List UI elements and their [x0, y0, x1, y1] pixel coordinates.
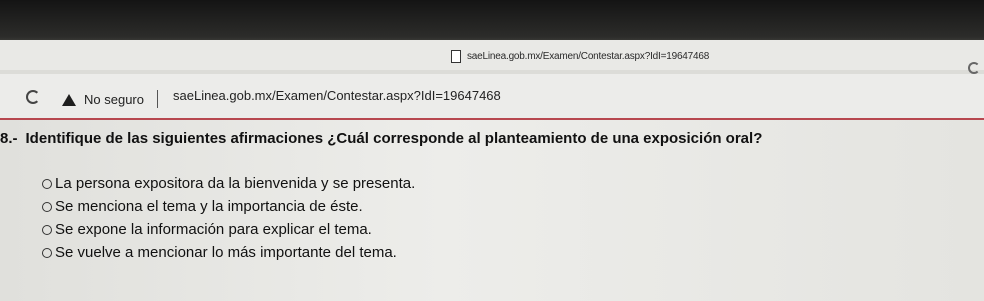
reload-icon[interactable] [26, 90, 40, 104]
answer-option[interactable]: Se expone la información para explicar e… [42, 218, 415, 241]
option-label[interactable]: Se expone la información para explicar e… [55, 221, 372, 238]
question-number: 8.- [0, 130, 18, 147]
radio-button[interactable] [42, 247, 52, 258]
question-heading: 8.- Identifique de las siguientes afirmac… [0, 130, 762, 147]
option-label[interactable]: La persona expositora da la bienvenida y… [55, 175, 415, 192]
radio-button[interactable] [42, 201, 52, 212]
radio-button[interactable] [42, 178, 52, 189]
answer-option[interactable]: Se vuelve a mencionar lo más importante … [42, 241, 415, 264]
refresh-side-icon[interactable] [968, 62, 980, 74]
document-icon [451, 49, 461, 63]
url-field[interactable]: saeLinea.gob.mx/Examen/Contestar.aspx?Id… [173, 88, 501, 103]
answer-option[interactable]: Se menciona el tema y la importancia de … [42, 195, 415, 218]
question-text: Identifique de las siguientes afirmacion… [25, 130, 763, 147]
option-label[interactable]: Se vuelve a mencionar lo más importante … [55, 244, 397, 261]
answer-options: La persona expositora da la bienvenida y… [42, 172, 415, 264]
warning-icon[interactable] [62, 94, 76, 106]
security-indicator[interactable]: No seguro [84, 92, 144, 107]
answer-option[interactable]: La persona expositora da la bienvenida y… [42, 172, 415, 195]
radio-button[interactable] [42, 224, 52, 235]
tooltip-url-text: saeLinea.gob.mx/Examen/Contestar.aspx?Id… [467, 50, 710, 62]
address-separator [157, 90, 158, 108]
option-label[interactable]: Se menciona el tema y la importancia de … [55, 198, 363, 215]
link-tooltip: saeLinea.gob.mx/Examen/Contestar.aspx?Id… [451, 48, 709, 64]
